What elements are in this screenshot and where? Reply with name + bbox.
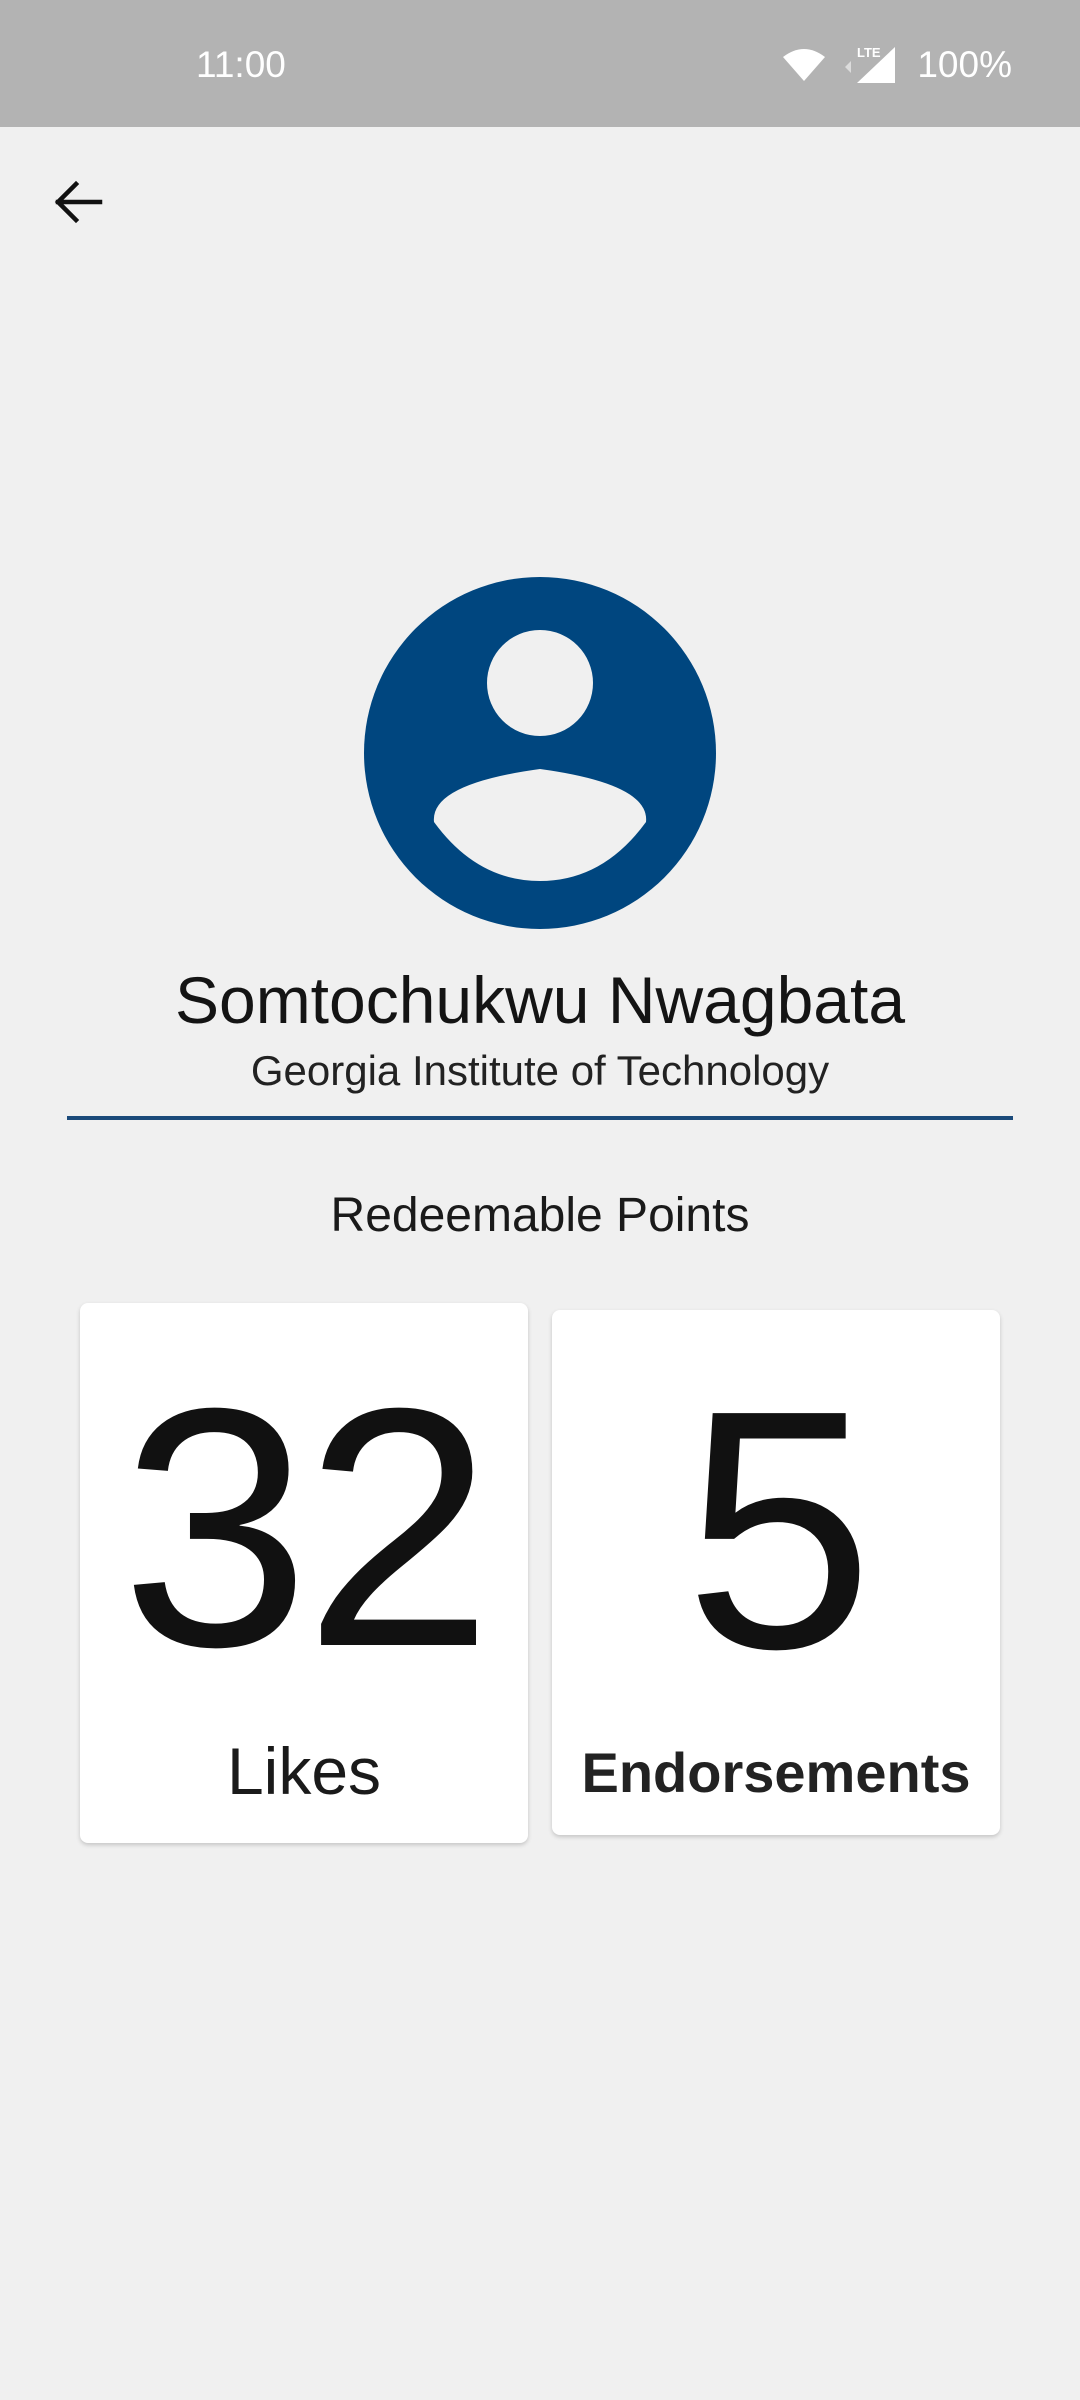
endorsements-card[interactable]: 5 Endorsements <box>552 1310 1000 1835</box>
signal-icon: LTE <box>843 45 901 85</box>
status-icons: LTE 100% <box>781 44 1012 86</box>
status-time: 11:00 <box>196 44 286 85</box>
account-circle-icon <box>364 577 716 929</box>
profile-name: Somtochukwu Nwagbata <box>174 963 906 1037</box>
endorsements-count: 5 <box>684 1340 873 1720</box>
likes-card[interactable]: 32 Likes <box>80 1303 528 1843</box>
divider <box>67 1116 1013 1120</box>
section-title: Redeemable Points <box>330 1189 750 1242</box>
endorsements-label: Endorsements <box>581 1741 971 1804</box>
likes-count: 32 <box>120 1338 493 1718</box>
avatar <box>364 577 716 929</box>
back-button[interactable] <box>44 168 112 236</box>
likes-label: Likes <box>226 1734 382 1808</box>
network-type-label: LTE <box>857 45 881 60</box>
status-bar: 11:00 LTE 100% <box>0 0 1080 127</box>
battery-label: 100% <box>917 44 1012 85</box>
wifi-icon <box>781 47 827 83</box>
profile-school: Georgia Institute of Technology <box>250 1047 830 1094</box>
arrow-left-icon <box>54 180 103 224</box>
